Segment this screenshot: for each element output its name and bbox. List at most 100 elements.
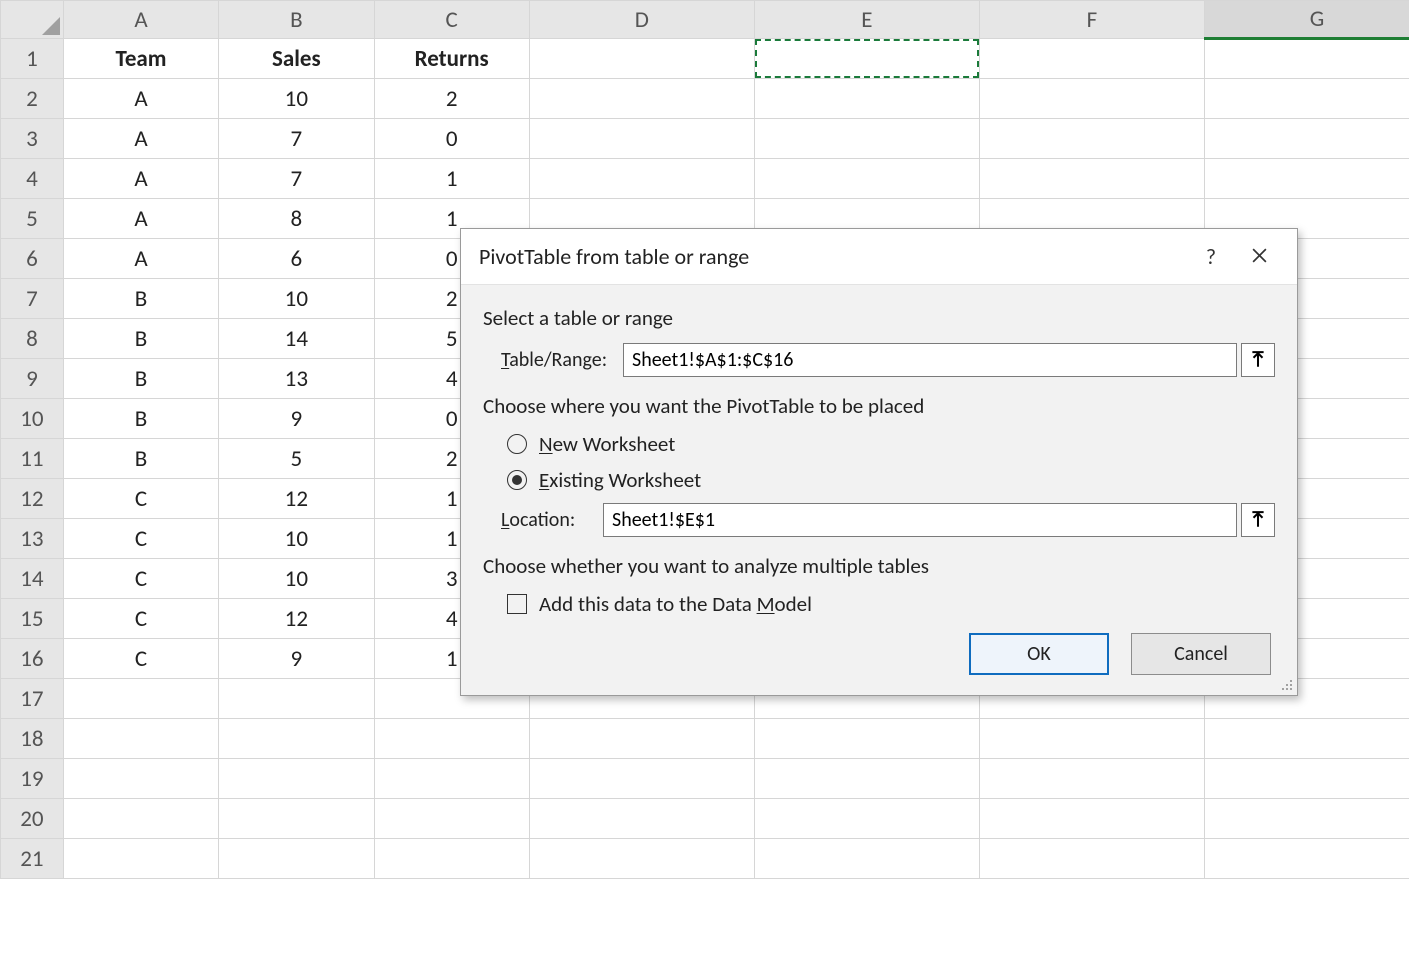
row-header-14[interactable]: 14 bbox=[1, 559, 64, 599]
column-header-row[interactable]: A B C D E F G bbox=[1, 1, 1409, 39]
collapse-range-button[interactable] bbox=[1241, 343, 1275, 377]
cell-D21[interactable] bbox=[529, 839, 754, 879]
cell-F20[interactable] bbox=[979, 799, 1204, 839]
cell-C21[interactable] bbox=[374, 839, 529, 879]
cell-E19[interactable] bbox=[754, 759, 979, 799]
cell-B10[interactable]: 9 bbox=[219, 399, 374, 439]
cell-C20[interactable] bbox=[374, 799, 529, 839]
cell-A7[interactable]: B bbox=[63, 279, 218, 319]
col-header-B[interactable]: B bbox=[219, 1, 374, 39]
cell-B8[interactable]: 14 bbox=[219, 319, 374, 359]
col-header-D[interactable]: D bbox=[529, 1, 754, 39]
row-header-20[interactable]: 20 bbox=[1, 799, 64, 839]
cell-G4[interactable] bbox=[1204, 159, 1409, 199]
col-header-G[interactable]: G bbox=[1204, 1, 1409, 39]
row-header-6[interactable]: 6 bbox=[1, 239, 64, 279]
cell-G18[interactable] bbox=[1204, 719, 1409, 759]
cell-A6[interactable]: A bbox=[63, 239, 218, 279]
resize-grip[interactable] bbox=[1280, 678, 1294, 692]
cell-B16[interactable]: 9 bbox=[219, 639, 374, 679]
cell-B21[interactable] bbox=[219, 839, 374, 879]
cell-A5[interactable]: A bbox=[63, 199, 218, 239]
cell-F2[interactable] bbox=[979, 79, 1204, 119]
cell-B9[interactable]: 13 bbox=[219, 359, 374, 399]
cell-C18[interactable] bbox=[374, 719, 529, 759]
row-header-8[interactable]: 8 bbox=[1, 319, 64, 359]
row-header-19[interactable]: 19 bbox=[1, 759, 64, 799]
cell-B15[interactable]: 12 bbox=[219, 599, 374, 639]
cell-E20[interactable] bbox=[754, 799, 979, 839]
cell-E4[interactable] bbox=[754, 159, 979, 199]
cell-G2[interactable] bbox=[1204, 79, 1409, 119]
row-header-18[interactable]: 18 bbox=[1, 719, 64, 759]
cell-B11[interactable]: 5 bbox=[219, 439, 374, 479]
table-range-input[interactable] bbox=[623, 343, 1237, 377]
cell-B2[interactable]: 10 bbox=[219, 79, 374, 119]
help-button[interactable]: ? bbox=[1187, 243, 1235, 270]
cell-B3[interactable]: 7 bbox=[219, 119, 374, 159]
cell-F4[interactable] bbox=[979, 159, 1204, 199]
col-header-A[interactable]: A bbox=[63, 1, 218, 39]
checkbox-data-model[interactable]: Add this data to the Data Model bbox=[483, 591, 1275, 617]
cell-F19[interactable] bbox=[979, 759, 1204, 799]
cell-C1[interactable]: Returns bbox=[374, 39, 529, 79]
cell-B7[interactable]: 10 bbox=[219, 279, 374, 319]
cell-E1[interactable] bbox=[754, 39, 979, 79]
dialog-titlebar[interactable]: PivotTable from table or range ? bbox=[461, 229, 1297, 285]
cell-G1[interactable] bbox=[1204, 39, 1409, 79]
cell-A21[interactable] bbox=[63, 839, 218, 879]
cell-B5[interactable]: 8 bbox=[219, 199, 374, 239]
location-input[interactable] bbox=[603, 503, 1237, 537]
col-header-F[interactable]: F bbox=[979, 1, 1204, 39]
col-header-E[interactable]: E bbox=[754, 1, 979, 39]
cell-D3[interactable] bbox=[529, 119, 754, 159]
cell-A12[interactable]: C bbox=[63, 479, 218, 519]
cell-C2[interactable]: 2 bbox=[374, 79, 529, 119]
cancel-button[interactable]: Cancel bbox=[1131, 633, 1271, 675]
cell-D2[interactable] bbox=[529, 79, 754, 119]
cell-D20[interactable] bbox=[529, 799, 754, 839]
cell-C3[interactable]: 0 bbox=[374, 119, 529, 159]
radio-new-worksheet[interactable]: New Worksheet bbox=[483, 431, 1275, 457]
row-header-3[interactable]: 3 bbox=[1, 119, 64, 159]
col-header-C[interactable]: C bbox=[374, 1, 529, 39]
cell-C4[interactable]: 1 bbox=[374, 159, 529, 199]
cell-E2[interactable] bbox=[754, 79, 979, 119]
cell-F3[interactable] bbox=[979, 119, 1204, 159]
cell-A1[interactable]: Team bbox=[63, 39, 218, 79]
row-header-12[interactable]: 12 bbox=[1, 479, 64, 519]
row-header-11[interactable]: 11 bbox=[1, 439, 64, 479]
cell-A4[interactable]: A bbox=[63, 159, 218, 199]
row-header-16[interactable]: 16 bbox=[1, 639, 64, 679]
cell-B6[interactable]: 6 bbox=[219, 239, 374, 279]
cell-F1[interactable] bbox=[979, 39, 1204, 79]
cell-B14[interactable]: 10 bbox=[219, 559, 374, 599]
cell-B4[interactable]: 7 bbox=[219, 159, 374, 199]
cell-G20[interactable] bbox=[1204, 799, 1409, 839]
cell-C19[interactable] bbox=[374, 759, 529, 799]
cell-G19[interactable] bbox=[1204, 759, 1409, 799]
row-header-7[interactable]: 7 bbox=[1, 279, 64, 319]
cell-D4[interactable] bbox=[529, 159, 754, 199]
cell-E18[interactable] bbox=[754, 719, 979, 759]
cell-E3[interactable] bbox=[754, 119, 979, 159]
collapse-location-button[interactable] bbox=[1241, 503, 1275, 537]
cell-A20[interactable] bbox=[63, 799, 218, 839]
cell-A10[interactable]: B bbox=[63, 399, 218, 439]
radio-existing-worksheet[interactable]: Existing Worksheet bbox=[483, 467, 1275, 493]
ok-button[interactable]: OK bbox=[969, 633, 1109, 675]
cell-A2[interactable]: A bbox=[63, 79, 218, 119]
row-header-2[interactable]: 2 bbox=[1, 79, 64, 119]
cell-A16[interactable]: C bbox=[63, 639, 218, 679]
cell-B19[interactable] bbox=[219, 759, 374, 799]
cell-A14[interactable]: C bbox=[63, 559, 218, 599]
cell-D18[interactable] bbox=[529, 719, 754, 759]
cell-B20[interactable] bbox=[219, 799, 374, 839]
row-header-1[interactable]: 1 bbox=[1, 39, 64, 79]
row-header-10[interactable]: 10 bbox=[1, 399, 64, 439]
cell-F18[interactable] bbox=[979, 719, 1204, 759]
cell-A9[interactable]: B bbox=[63, 359, 218, 399]
row-header-15[interactable]: 15 bbox=[1, 599, 64, 639]
cell-A11[interactable]: B bbox=[63, 439, 218, 479]
close-button[interactable] bbox=[1235, 243, 1283, 270]
